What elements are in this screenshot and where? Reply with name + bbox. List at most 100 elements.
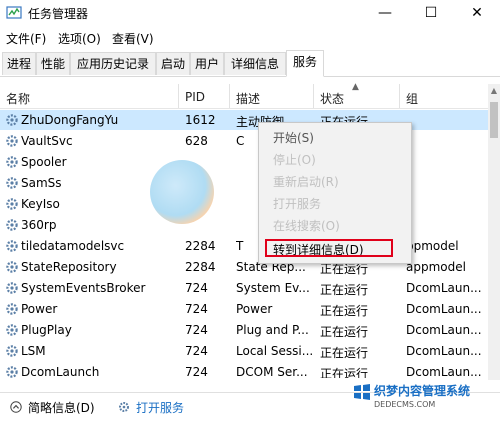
service-group: DcomLaun... (406, 365, 482, 378)
service-group: appmodel (406, 260, 466, 274)
table-row[interactable]: 360rp (0, 215, 488, 235)
service-gear-icon (6, 219, 18, 231)
service-gear-icon (6, 156, 18, 168)
menu-file[interactable]: 文件(F) (6, 30, 46, 47)
service-description: Plug and P... (236, 323, 309, 337)
service-status: 正在运行 (320, 325, 369, 339)
service-status: 正在运行 (320, 346, 369, 360)
service-gear-icon (6, 240, 18, 252)
column-divider[interactable] (399, 84, 400, 108)
vertical-scrollbar[interactable]: ▲ (488, 84, 500, 380)
service-description: Local Sessi... (236, 344, 312, 358)
service-pid: 1612 (185, 113, 216, 127)
column-pid[interactable]: PID (185, 90, 205, 104)
table-row[interactable]: Spooler (0, 152, 488, 172)
service-group: ppmodel (406, 239, 459, 253)
column-divider[interactable] (313, 84, 314, 108)
service-status: 正在运行 (320, 283, 369, 297)
tab-processes[interactable]: 进程 (2, 52, 36, 75)
window-title: 任务管理器 (28, 7, 89, 21)
title-bar: 任务管理器 — ☐ ✕ (0, 0, 500, 26)
task-manager-icon (6, 6, 22, 19)
scroll-thumb[interactable] (490, 102, 498, 138)
menu-item-restart[interactable]: 重新启动(R) (273, 173, 339, 190)
fewer-details-link[interactable]: 简略信息(D) (28, 399, 95, 416)
menu-item-start[interactable]: 开始(S) (273, 129, 314, 146)
sort-ascending-icon: ▲ (352, 82, 359, 92)
service-pid: 628 (185, 134, 208, 148)
service-gear-icon (6, 114, 18, 126)
tab-bar: 进程 性能 应用历史记录 启动 用户 详细信息 服务 (0, 50, 500, 77)
service-name: StateRepository (21, 260, 117, 274)
services-list: ZhuDongFangYu 1612 主动防御 正在运行 VaultSvc 62… (0, 110, 488, 378)
services-gear-icon (119, 402, 129, 412)
menu-item-stop[interactable]: 停止(O) (273, 151, 316, 168)
service-pid: 724 (185, 344, 208, 358)
service-description: Power (236, 302, 273, 316)
watermark: 织梦内容管理系统 DEDECMS.COM (350, 378, 500, 420)
service-pid: 2284 (185, 260, 216, 274)
service-pid: 724 (185, 302, 208, 316)
watermark-url: DEDECMS.COM (374, 400, 436, 409)
minimize-button[interactable]: — (362, 0, 408, 26)
highlight-box (265, 239, 393, 257)
table-row[interactable]: SamSs (0, 173, 488, 193)
service-name: VaultSvc (21, 134, 73, 148)
table-row[interactable]: tiledatamodelsvc 2284 T ppmodel (0, 236, 488, 256)
service-status: 正在运行 (320, 367, 369, 378)
service-status: 正在运行 (320, 304, 369, 318)
service-description: DCOM Ser... (236, 365, 308, 378)
column-divider[interactable] (178, 84, 179, 108)
service-pid: 724 (185, 281, 208, 295)
service-name: Power (21, 302, 58, 316)
tab-app-history[interactable]: 应用历史记录 (70, 52, 156, 75)
context-menu: 开始(S) 停止(O) 重新启动(R) 打开服务 在线搜索(O) 转到详细信息(… (258, 122, 412, 264)
column-divider[interactable] (229, 84, 230, 108)
menu-item-search-online[interactable]: 在线搜索(O) (273, 217, 340, 234)
service-gear-icon (6, 135, 18, 147)
column-description[interactable]: 描述 (236, 90, 260, 107)
maximize-button[interactable]: ☐ (408, 0, 454, 26)
tab-startup[interactable]: 启动 (156, 52, 190, 75)
menu-view[interactable]: 查看(V) (112, 30, 154, 47)
close-button[interactable]: ✕ (454, 0, 500, 26)
service-name: SystemEventsBroker (21, 281, 146, 295)
tab-performance[interactable]: 性能 (36, 52, 70, 75)
service-pid: 724 (185, 365, 208, 378)
table-row[interactable]: ZhuDongFangYu 1612 主动防御 正在运行 (0, 110, 488, 130)
collapse-icon[interactable] (10, 401, 22, 413)
watermark-logo-icon (354, 384, 370, 400)
column-status[interactable]: 状态 (320, 90, 344, 107)
table-row[interactable]: StateRepository 2284 State Rep... 正在运行 a… (0, 257, 488, 277)
service-name: 360rp (21, 218, 57, 232)
menu-bar: 文件(F) 选项(O) 查看(V) (0, 27, 500, 49)
service-group: DcomLaun... (406, 344, 482, 358)
column-header: 名称 PID 描述 状态 ▲ 组 (0, 82, 488, 109)
tab-services[interactable]: 服务 (286, 50, 324, 77)
table-row[interactable]: KeyIso (0, 194, 488, 214)
service-group: DcomLaun... (406, 302, 482, 316)
service-name: PlugPlay (21, 323, 72, 337)
service-pid: 2284 (185, 239, 216, 253)
menu-item-open-services[interactable]: 打开服务 (273, 195, 321, 212)
tab-details[interactable]: 详细信息 (224, 52, 286, 75)
service-gear-icon (6, 282, 18, 294)
table-row[interactable]: VaultSvc 628 C (0, 131, 488, 151)
service-name: DcomLaunch (21, 365, 100, 378)
tab-users[interactable]: 用户 (190, 52, 224, 75)
column-name[interactable]: 名称 (6, 90, 30, 107)
table-row[interactable]: Power 724 Power 正在运行 DcomLaun... (0, 299, 488, 319)
table-row[interactable]: LSM 724 Local Sessi... 正在运行 DcomLaun... (0, 341, 488, 361)
service-name: ZhuDongFangYu (21, 113, 119, 127)
watermark-title: 织梦内容管理系统 (374, 384, 471, 398)
table-row[interactable]: SystemEventsBroker 724 System Ev... 正在运行… (0, 278, 488, 298)
scroll-up-icon[interactable]: ▲ (488, 84, 500, 98)
table-row[interactable]: PlugPlay 724 Plug and P... 正在运行 DcomLaun… (0, 320, 488, 340)
watermark-blur (150, 160, 214, 224)
menu-options[interactable]: 选项(O) (58, 30, 101, 47)
column-group[interactable]: 组 (406, 90, 418, 107)
open-services-link[interactable]: 打开服务 (136, 399, 184, 416)
service-name: LSM (21, 344, 46, 358)
table-row[interactable]: DcomLaunch 724 DCOM Ser... 正在运行 DcomLaun… (0, 362, 488, 378)
service-gear-icon (6, 366, 18, 378)
